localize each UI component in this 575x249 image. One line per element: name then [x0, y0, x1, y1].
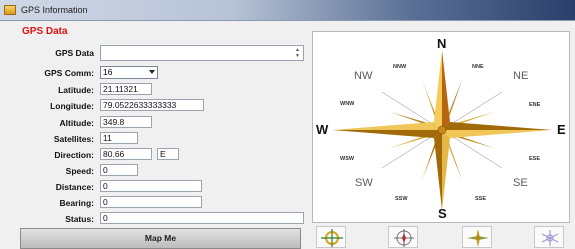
map-me-button[interactable]: Map Me — [20, 228, 301, 249]
compass-ssw-label: SSW — [395, 196, 408, 202]
compass-s-label: S — [438, 206, 447, 221]
speed-label: Speed: — [65, 166, 94, 176]
gps-comm-select[interactable]: 16 — [100, 66, 158, 79]
altitude-label: Altitude: — [59, 118, 94, 128]
bearing-label: Bearing: — [59, 198, 94, 208]
scroll-arrows-icon[interactable]: ▲ ▼ — [293, 47, 302, 59]
gps-data-field[interactable]: ▲ ▼ — [100, 45, 304, 61]
compass-ese-label: ESE — [529, 156, 541, 162]
longitude-field[interactable]: 79.0522633333333 — [100, 99, 204, 111]
latitude-field[interactable]: 21.11321 — [100, 83, 152, 95]
compass-sw-label: SW — [355, 177, 373, 189]
direction-field[interactable]: 80.66 — [100, 148, 152, 160]
gps-comm-value: 16 — [103, 67, 113, 77]
gps-data-label: GPS Data — [55, 48, 94, 58]
gps-comm-label: GPS Comm: — [44, 68, 94, 78]
section-header: GPS Data — [22, 26, 68, 37]
compass-rose-icon — [332, 50, 552, 210]
satellites-label: Satellites: — [53, 134, 94, 144]
compass-e-label: E — [557, 122, 566, 137]
compass-dial-icon — [394, 229, 414, 247]
compass-rose-small-icon — [467, 229, 489, 247]
crosshair-target-button[interactable] — [316, 226, 346, 248]
latitude-label: Latitude: — [58, 85, 94, 95]
compass-sse-label: SSE — [475, 196, 487, 202]
compass-n-label: N — [437, 36, 447, 51]
window-title: GPS Information — [21, 5, 88, 15]
status-label: Status: — [65, 214, 94, 224]
distance-field[interactable]: 0 — [100, 180, 202, 192]
distance-label: Distance: — [55, 182, 94, 192]
compass-w-label: W — [316, 122, 329, 137]
compass-rose-button[interactable] — [462, 226, 492, 248]
crosshair-target-icon — [321, 229, 343, 247]
compass-wsw-label: WSW — [340, 156, 355, 162]
app-icon — [4, 5, 16, 15]
snowflake-compass-button[interactable] — [534, 226, 564, 248]
bearing-field[interactable]: 0 — [100, 196, 202, 208]
altitude-field[interactable]: 349.8 — [100, 116, 152, 128]
window-body: GPS Data GPS Data ▲ ▼ GPS Comm: 16 Latitu… — [0, 21, 575, 249]
compass-display: N S W E NW NE SW SE NNW NNE WNW ENE WSW … — [312, 31, 570, 223]
compass-nnw-label: NNW — [393, 64, 407, 70]
compass-se-label: SE — [513, 177, 528, 189]
snowflake-compass-icon — [541, 230, 559, 246]
compass-nne-label: NNE — [472, 64, 484, 70]
compass-wnw-label: WNW — [340, 101, 355, 107]
direction-label: Direction: — [54, 150, 94, 160]
compass-ne-label: NE — [513, 70, 529, 82]
compass-ene-label: ENE — [529, 102, 541, 108]
status-field[interactable]: 0 — [100, 212, 304, 224]
longitude-label: Longitude: — [50, 101, 94, 111]
compass-nw-label: NW — [354, 70, 373, 82]
dropdown-arrow-icon[interactable] — [149, 70, 155, 74]
satellites-field[interactable]: 11 — [100, 132, 138, 144]
gps-data-panel: GPS Data GPS Data ▲ ▼ GPS Comm: 16 Latitu… — [18, 24, 305, 224]
direction-heading-field[interactable]: E — [157, 148, 179, 160]
speed-field[interactable]: 0 — [100, 164, 138, 176]
title-bar: GPS Information — [0, 0, 575, 21]
compass-dial-button[interactable] — [388, 226, 418, 248]
